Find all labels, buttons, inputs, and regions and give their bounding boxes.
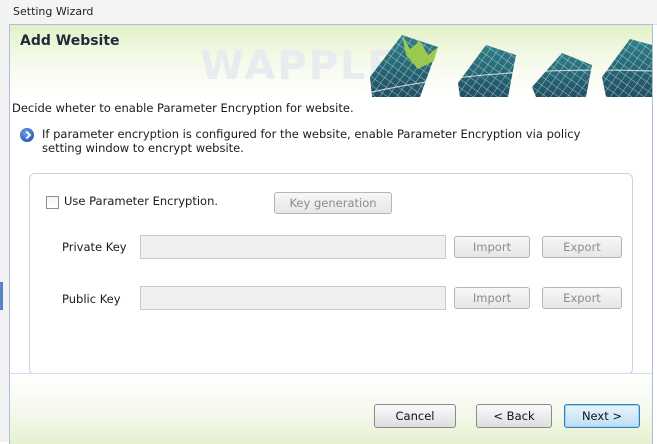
next-button[interactable]: Next > [564, 404, 640, 428]
key-generation-button[interactable]: Key generation [274, 192, 392, 214]
wizard-footer: Cancel < Back Next > [10, 373, 652, 444]
encryption-settings-group: Use Parameter Encryption. Key generation… [29, 173, 633, 375]
cancel-button[interactable]: Cancel [374, 404, 456, 428]
back-button[interactable]: < Back [476, 404, 552, 428]
use-parameter-encryption-label[interactable]: Use Parameter Encryption. [64, 194, 218, 208]
background-window-edge [0, 0, 9, 442]
title-bar[interactable]: Setting Wizard [9, 0, 657, 25]
public-key-import-button[interactable]: Import [454, 287, 530, 309]
wizard-dialog: WAPPLEX Add Website Decide wheter to ena… [9, 24, 653, 444]
info-text: If parameter encryption is configured fo… [42, 127, 581, 155]
background-window-mark [0, 282, 3, 310]
wizard-header: WAPPLEX Add Website [10, 25, 652, 97]
use-parameter-encryption-checkbox[interactable] [46, 196, 59, 209]
public-key-input[interactable] [140, 286, 446, 310]
building-banner-graphic [349, 35, 652, 97]
private-key-import-button[interactable]: Import [454, 236, 530, 258]
public-key-export-button[interactable]: Export [542, 287, 622, 309]
window-title: Setting Wizard [13, 5, 94, 18]
private-key-export-button[interactable]: Export [542, 236, 622, 258]
public-key-label: Public Key [62, 292, 121, 306]
step-description: Decide wheter to enable Parameter Encryp… [12, 101, 354, 115]
private-key-input[interactable] [140, 235, 446, 259]
setting-wizard-window: Setting Wizard WAPPLEX Add Website Decid… [0, 0, 657, 444]
info-arrow-icon [20, 128, 34, 142]
private-key-label: Private Key [62, 240, 127, 254]
page-title: Add Website [20, 33, 120, 49]
